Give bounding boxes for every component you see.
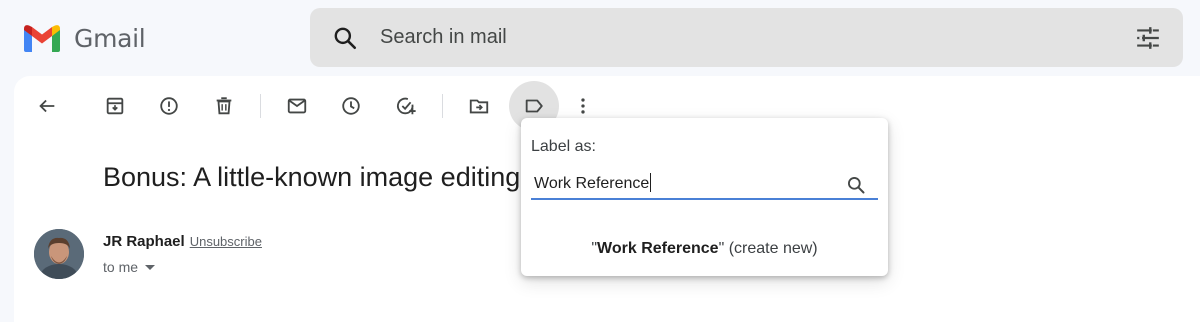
back-button[interactable] <box>26 85 68 127</box>
delete-icon <box>216 97 232 115</box>
search-icon[interactable] <box>332 25 358 51</box>
toolbar-divider <box>442 94 443 118</box>
mark-unread-button[interactable] <box>276 85 318 127</box>
label-as-popup: Label as: Work Reference "Work Reference… <box>521 118 888 276</box>
search-options-icon[interactable] <box>1135 25 1161 51</box>
delete-button[interactable] <box>203 85 245 127</box>
label-input[interactable]: Work Reference <box>534 173 824 193</box>
add-to-tasks-button[interactable] <box>385 85 427 127</box>
report-spam-icon <box>160 97 178 115</box>
chevron-down-icon[interactable] <box>145 264 156 270</box>
back-arrow-icon <box>39 99 55 113</box>
mark-unread-icon <box>287 98 307 114</box>
recipient-text: to me <box>103 259 139 275</box>
email-subject: Bonus: A little-known image editing <box>103 162 521 192</box>
move-to-button[interactable] <box>458 85 500 127</box>
create-new-suffix: " (create new) <box>718 240 818 257</box>
recipient-details[interactable]: to me <box>103 259 156 275</box>
archive-button[interactable] <box>94 85 136 127</box>
search-input[interactable] <box>380 26 1080 49</box>
avatar-photo <box>34 229 84 279</box>
sender-avatar[interactable] <box>34 229 84 279</box>
popup-title: Label as: <box>531 138 596 155</box>
sender-name[interactable]: JR Raphael <box>103 233 185 250</box>
text-cursor <box>650 173 652 192</box>
add-task-icon <box>397 97 416 115</box>
new-label-name: Work Reference <box>597 240 719 257</box>
search-bar[interactable] <box>310 8 1183 67</box>
archive-icon <box>106 97 124 115</box>
snooze-button[interactable] <box>330 85 372 127</box>
search-icon <box>848 177 865 194</box>
app-name: Gmail <box>74 23 146 53</box>
label-input-value: Work Reference <box>534 175 650 192</box>
create-new-label-option[interactable]: "Work Reference" (create new) <box>521 240 888 258</box>
sender-line: JR Raphael Unsubscribe <box>103 233 262 250</box>
label-search-field[interactable]: Work Reference <box>531 170 878 200</box>
label-icon <box>525 99 543 113</box>
toolbar-divider <box>260 94 261 118</box>
more-vert-icon <box>581 98 585 114</box>
snooze-icon <box>342 97 360 115</box>
gmail-m-icon <box>24 25 60 52</box>
unsubscribe-link[interactable]: Unsubscribe <box>190 234 262 249</box>
move-to-icon <box>469 99 489 114</box>
report-spam-button[interactable] <box>148 85 190 127</box>
gmail-logo[interactable]: Gmail <box>22 22 146 54</box>
